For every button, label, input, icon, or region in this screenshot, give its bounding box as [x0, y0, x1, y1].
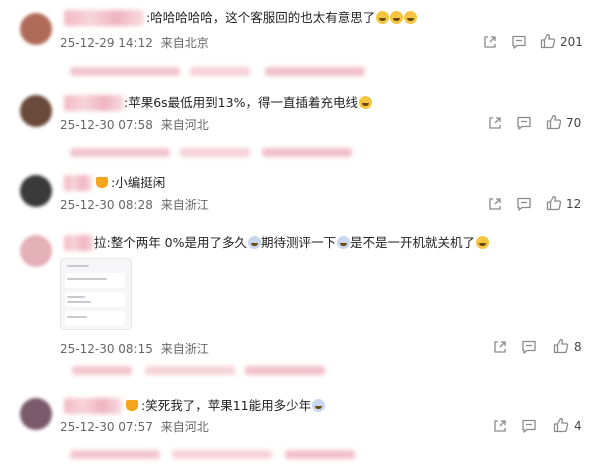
- comment-body: :小编挺闲: [111, 175, 166, 190]
- comment-meta: 25-12-30 07:58 来自河北: [60, 116, 209, 133]
- comment-date: 25-12-30 08:28: [60, 198, 153, 212]
- blurred-reply: [265, 67, 365, 76]
- blurred-reply: [70, 148, 170, 157]
- crown-icon: [126, 400, 138, 411]
- attached-screenshot-thumbnail[interactable]: [60, 258, 132, 330]
- comment-meta: 25-12-30 07:57 来自河北: [60, 418, 209, 435]
- username-blurred[interactable]: [64, 175, 92, 191]
- comment-body-3: 是不是一开机就关机了: [350, 235, 476, 250]
- sad-emoji-icon: [248, 236, 262, 249]
- comment-meta: 25-12-29 14:12 来自北京: [60, 34, 209, 51]
- comment-icon[interactable]: [516, 196, 532, 212]
- username-blurred[interactable]: [64, 235, 94, 251]
- comment-body: 拉:整个两年 0%是用了多久: [94, 235, 248, 250]
- comment-date: 25-12-30 07:57: [60, 420, 153, 434]
- share-icon[interactable]: [492, 339, 508, 355]
- crown-icon: [96, 177, 108, 188]
- blurred-reply: [72, 366, 132, 375]
- blurred-reply: [172, 450, 272, 459]
- comment-location: 来自北京: [160, 36, 209, 50]
- laughing-emoji-icon: [376, 11, 390, 24]
- comment-date: 25-12-30 07:58: [60, 118, 153, 132]
- comment-item: 拉:整个两年 0%是用了多久 期待测评一下 是不是一开机就关机了 25-12-30 …: [0, 235, 600, 375]
- like-count: 12: [566, 197, 582, 211]
- like-icon[interactable]: [540, 33, 556, 49]
- avatar[interactable]: [20, 95, 52, 127]
- like-count: 70: [566, 116, 582, 130]
- blurred-reply: [262, 148, 352, 157]
- comment-body: :哈哈哈哈哈，这个客服回的也太有意思了: [146, 10, 376, 25]
- blurred-reply: [70, 450, 160, 459]
- like-icon[interactable]: [553, 417, 569, 433]
- avatar[interactable]: [20, 235, 52, 267]
- share-icon[interactable]: [487, 196, 503, 212]
- like-icon[interactable]: [553, 338, 569, 354]
- comment-item: :笑死我了，苹果11能用多少年 25-12-30 07:57 来自河北 4: [0, 398, 600, 468]
- username-blurred[interactable]: [64, 398, 122, 414]
- comment-text: :哈哈哈哈哈，这个客服回的也太有意思了: [146, 10, 418, 26]
- username-blurred[interactable]: [64, 10, 144, 26]
- crying-emoji-icon: [312, 399, 326, 412]
- comment-location: 来自浙江: [160, 342, 209, 356]
- comment-body: :苹果6s最低用到13%，得一直插着充电线: [124, 95, 358, 110]
- comment-location: 来自河北: [160, 420, 209, 434]
- comment-text: :小编挺闲: [96, 175, 165, 191]
- avatar[interactable]: [20, 398, 52, 430]
- comment-location: 来自河北: [160, 118, 209, 132]
- comment-item: :哈哈哈哈哈，这个客服回的也太有意思了 25-12-29 14:12 来自北京 …: [0, 10, 600, 90]
- laughing-emoji-icon: [390, 11, 404, 24]
- laughing-emoji-icon: [358, 96, 372, 109]
- comment-icon[interactable]: [521, 418, 537, 434]
- comment-item: :小编挺闲 25-12-30 08:28 来自浙江 12: [0, 175, 600, 225]
- blurred-reply: [180, 148, 250, 157]
- comment-body-2: 期待测评一下: [261, 235, 337, 250]
- share-icon[interactable]: [482, 34, 498, 50]
- comment-icon[interactable]: [516, 115, 532, 131]
- blurred-reply: [190, 67, 250, 76]
- blurred-reply: [145, 366, 235, 375]
- like-count: 8: [574, 340, 582, 354]
- username-blurred[interactable]: [64, 95, 124, 111]
- blurred-reply: [285, 450, 355, 459]
- sad-emoji-icon: [337, 236, 351, 249]
- comment-text: :苹果6s最低用到13%，得一直插着充电线: [124, 95, 372, 111]
- blurred-reply: [70, 67, 180, 76]
- comment-body: :笑死我了，苹果11能用多少年: [141, 398, 312, 413]
- like-icon[interactable]: [546, 195, 562, 211]
- laughing-emoji-icon: [476, 236, 490, 249]
- like-count: 4: [574, 419, 582, 433]
- comment-meta: 25-12-30 08:28 来自浙江: [60, 196, 209, 213]
- like-icon[interactable]: [546, 114, 562, 130]
- comment-date: 25-12-30 08:15: [60, 342, 153, 356]
- comment-item: :苹果6s最低用到13%，得一直插着充电线 25-12-30 07:58 来自河…: [0, 95, 600, 175]
- comment-text: :笑死我了，苹果11能用多少年: [126, 398, 326, 414]
- share-icon[interactable]: [492, 418, 508, 434]
- comment-meta: 25-12-30 08:15 来自浙江: [60, 340, 209, 357]
- comment-location: 来自浙江: [160, 198, 209, 212]
- blurred-reply: [245, 366, 325, 375]
- share-icon[interactable]: [487, 115, 503, 131]
- comment-icon[interactable]: [521, 339, 537, 355]
- avatar[interactable]: [20, 175, 52, 207]
- laughing-emoji-icon: [404, 11, 418, 24]
- comment-icon[interactable]: [511, 34, 527, 50]
- like-count: 201: [560, 35, 583, 49]
- comment-date: 25-12-29 14:12: [60, 36, 153, 50]
- comment-text: 拉:整个两年 0%是用了多久 期待测评一下 是不是一开机就关机了: [94, 235, 490, 251]
- avatar[interactable]: [20, 13, 52, 45]
